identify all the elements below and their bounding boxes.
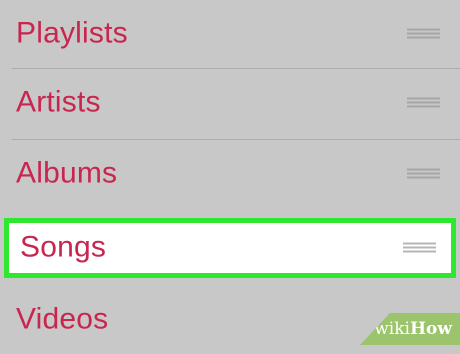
drag-handle-icon[interactable] xyxy=(407,168,440,180)
drag-handle-icon[interactable] xyxy=(407,97,440,109)
list-item-artists[interactable]: Artists xyxy=(0,69,460,137)
watermark-suffix: How xyxy=(409,319,452,339)
list-item-label: Albums xyxy=(16,156,118,190)
list-item-songs[interactable]: Songs xyxy=(4,218,456,278)
list-item-label: Artists xyxy=(16,85,101,119)
list-item-label: Songs xyxy=(20,230,107,264)
library-categories-list: Playlists Artists Albums Songs Videos xyxy=(0,0,460,345)
list-item-albums[interactable]: Albums xyxy=(0,140,460,208)
list-item-label: Videos xyxy=(16,302,109,336)
list-item-label: Playlists xyxy=(16,16,128,50)
list-item-playlists[interactable]: Playlists xyxy=(0,0,460,68)
drag-handle-icon[interactable] xyxy=(407,28,440,40)
drag-handle-icon[interactable] xyxy=(403,242,436,254)
watermark-text: wikiHow xyxy=(374,319,452,339)
